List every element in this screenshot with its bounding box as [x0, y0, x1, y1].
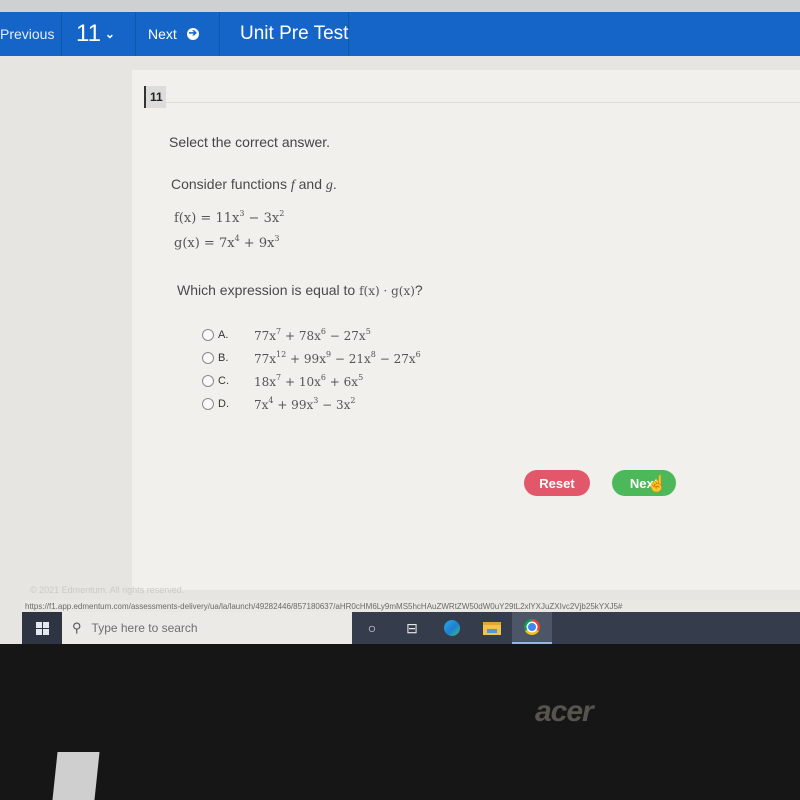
file-explorer-icon[interactable] [472, 612, 512, 644]
question-panel: 11 Select the correct answer. Consider f… [132, 70, 800, 590]
edge-icon[interactable] [432, 612, 472, 644]
option-expression: 18x7 + 10x6 + 6x5 [254, 373, 364, 389]
math-term: + 9x [239, 236, 275, 251]
radio-button[interactable] [202, 398, 214, 410]
brand-logo: acer [535, 695, 594, 728]
option-expression: 77x7 + 78x6 − 27x5 [254, 327, 371, 343]
chevron-down-icon: ⌄ [104, 27, 115, 41]
exponent: 3 [274, 234, 280, 243]
option-letter: C. [218, 375, 229, 387]
intro-text: Consider functions [171, 176, 291, 192]
answer-option-c[interactable]: C. 18x7 + 10x6 + 6x5 [202, 370, 421, 392]
monitor-screen: Previous 11 ⌄ Next ➔ Unit Pre Test 11 Se… [0, 0, 800, 644]
previous-button[interactable]: Previous [0, 12, 62, 56]
test-title: Unit Pre Test [220, 12, 350, 56]
search-icon: ⚲ [72, 620, 82, 635]
answer-options: A. 77x7 + 78x6 − 27x5 B. 77x12 + 99x9 − … [202, 324, 421, 416]
question-prompt: Which expression is equal to f(x) · g(x)… [177, 282, 423, 298]
question-label: 11 [144, 86, 166, 108]
taskbar-search[interactable]: ⚲ Type here to search [62, 612, 352, 644]
keyboard-key [52, 752, 100, 800]
radio-button[interactable] [202, 329, 214, 341]
windows-logo-icon [35, 621, 49, 635]
prompt-expression: f(x) · g(x) [359, 284, 415, 298]
prompt-question-mark: ? [414, 282, 423, 298]
question-selector[interactable]: 11 ⌄ [62, 12, 136, 56]
intro-and: and [294, 176, 326, 192]
monitor-bezel [0, 644, 800, 800]
option-expression: 77x12 + 99x9 − 21x8 − 27x6 [254, 350, 421, 366]
hand-cursor-icon: ☝ [647, 476, 667, 493]
instruction-text: Select the correct answer. [169, 134, 331, 150]
option-letter: A. [218, 329, 229, 341]
task-view-icon[interactable]: ⊟ [392, 612, 432, 644]
exponent: 2 [279, 209, 285, 218]
cortana-icon[interactable]: ○ [352, 612, 392, 644]
arrow-right-circle-icon: ➔ [186, 28, 199, 40]
prompt-text: Which expression is equal to [177, 282, 360, 298]
radio-button[interactable] [202, 375, 214, 387]
next-nav-label: Next [148, 26, 177, 42]
radio-button[interactable] [202, 352, 214, 364]
assessment-nav-bar: Previous 11 ⌄ Next ➔ Unit Pre Test [0, 12, 800, 56]
function-g-definition: g(x) = 7x4 + 9x3 [174, 234, 280, 251]
divider [166, 102, 800, 103]
start-button[interactable] [22, 612, 62, 644]
reset-button[interactable]: Reset [524, 470, 590, 496]
function-f-definition: f(x) = 11x3 − 3x2 [174, 209, 284, 226]
option-letter: B. [218, 352, 229, 364]
question-intro: Consider functions f and g. [171, 176, 337, 194]
math-term: − 3x [244, 211, 280, 226]
question-number: 11 [76, 20, 101, 47]
search-placeholder: Type here to search [91, 621, 198, 635]
answer-option-a[interactable]: A. 77x7 + 78x6 − 27x5 [202, 324, 421, 346]
option-expression: 7x4 + 99x3 − 3x2 [254, 396, 356, 412]
previous-label: Previous [0, 26, 55, 42]
math-term: g(x) = 7x [174, 236, 235, 251]
answer-option-d[interactable]: D. 7x4 + 99x3 − 3x2 [202, 393, 421, 415]
function-g-name: g [325, 178, 333, 193]
copyright-text: © 2021 Edmentum. All rights reserved. [30, 585, 185, 595]
math-term: f(x) = 11x [174, 211, 240, 226]
browser-tab-strip [0, 0, 800, 12]
answer-option-b[interactable]: B. 77x12 + 99x9 − 21x8 − 27x6 [202, 347, 421, 369]
windows-taskbar: ⚲ Type here to search ○ ⊟ [22, 612, 800, 644]
option-letter: D. [218, 398, 229, 410]
intro-period: . [332, 176, 337, 192]
next-nav-button[interactable]: Next ➔ [136, 12, 220, 56]
chrome-icon[interactable] [512, 612, 552, 644]
